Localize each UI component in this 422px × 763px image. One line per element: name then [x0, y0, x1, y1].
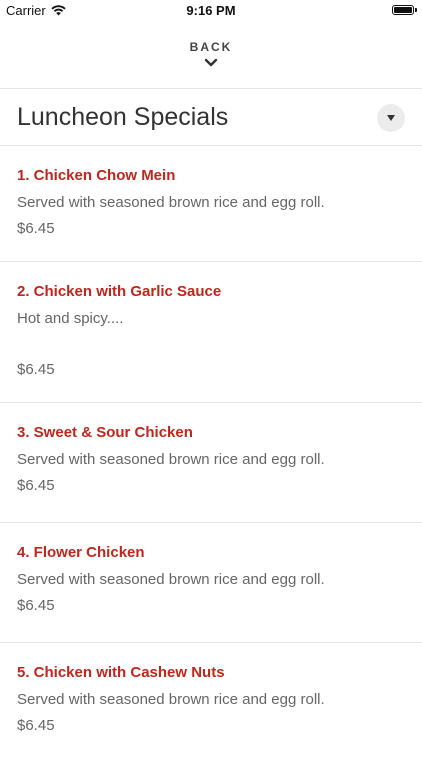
item-description: Served with seasoned brown rice and egg … — [17, 691, 325, 708]
menu-list: 1. Chicken Chow Mein Served with seasone… — [0, 146, 422, 763]
menu-item[interactable]: 2. Chicken with Garlic Sauce Hot and spi… — [0, 262, 422, 403]
category-dropdown-button[interactable] — [377, 104, 405, 132]
back-label: BACK — [189, 40, 233, 54]
item-description: Served with seasoned brown rice and egg … — [17, 571, 325, 588]
battery-icon — [392, 5, 414, 15]
status-time: 9:16 PM — [186, 3, 236, 18]
triangle-down-icon — [387, 115, 395, 121]
battery-level — [394, 7, 412, 13]
category-header: Luncheon Specials — [0, 89, 422, 146]
battery-cap — [415, 8, 417, 12]
item-price: $6.45 — [17, 361, 55, 378]
item-description: Served with seasoned brown rice and egg … — [17, 194, 325, 211]
status-bar: Carrier 9:16 PM — [0, 0, 422, 22]
item-name: 3. Sweet & Sour Chicken — [17, 424, 193, 441]
item-name: 4. Flower Chicken — [17, 544, 145, 561]
item-price: $6.45 — [17, 477, 55, 494]
menu-item[interactable]: 5. Chicken with Cashew Nuts Served with … — [0, 643, 422, 763]
item-price: $6.45 — [17, 597, 55, 614]
item-description: Hot and spicy.... — [17, 310, 124, 327]
item-description: Served with seasoned brown rice and egg … — [17, 451, 325, 468]
item-name: 5. Chicken with Cashew Nuts — [17, 664, 225, 681]
item-price: $6.45 — [17, 717, 55, 734]
item-price: $6.45 — [17, 220, 55, 237]
item-name: 2. Chicken with Garlic Sauce — [17, 283, 222, 300]
back-button[interactable]: BACK — [0, 38, 422, 78]
item-name: 1. Chicken Chow Mein — [17, 167, 176, 184]
category-title: Luncheon Specials — [17, 103, 229, 131]
menu-item[interactable]: 1. Chicken Chow Mein Served with seasone… — [0, 146, 422, 262]
menu-item[interactable]: 3. Sweet & Sour Chicken Served with seas… — [0, 403, 422, 523]
menu-item[interactable]: 4. Flower Chicken Served with seasoned b… — [0, 523, 422, 643]
chevron-down-icon — [204, 58, 218, 67]
